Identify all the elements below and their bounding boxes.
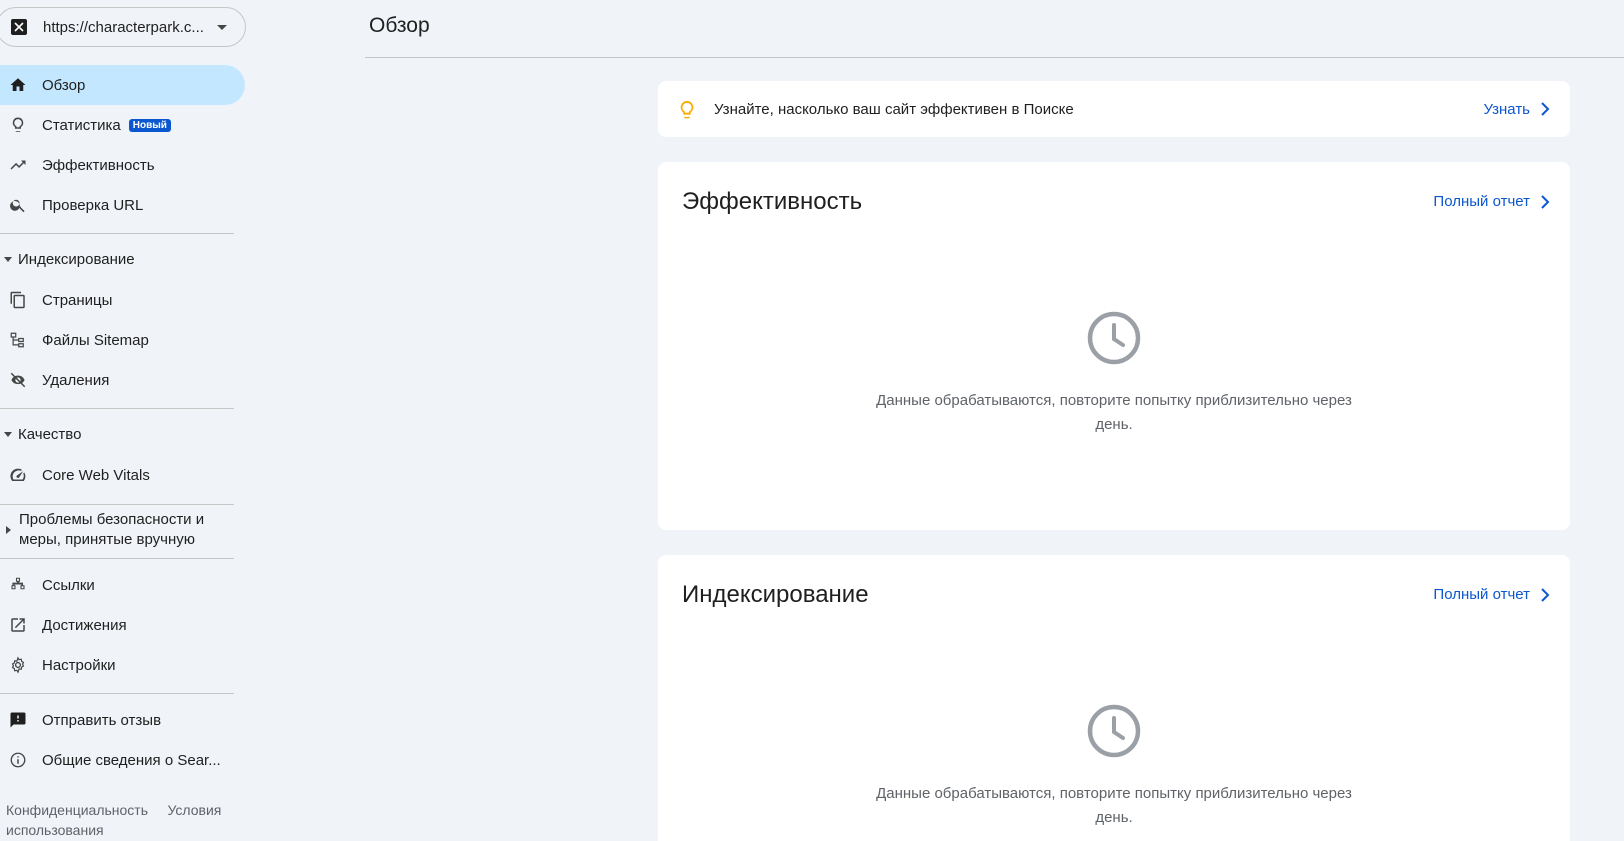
insight-banner: Узнайте, насколько ваш сайт эффективен в…	[658, 81, 1570, 137]
nav-item-overview[interactable]: Обзор	[0, 65, 245, 105]
new-badge: Новый	[128, 118, 171, 132]
clock-icon	[1087, 704, 1141, 758]
nav-item-label: Файлы Sitemap	[42, 331, 149, 349]
caret-down-icon	[4, 432, 12, 437]
nav-item-label: Ссылки	[42, 576, 95, 594]
full-report-link[interactable]: Полный отчет	[1433, 586, 1550, 603]
nav-item-label: Настройки	[42, 656, 116, 674]
property-selector[interactable]: https://characterpark.c...	[0, 7, 246, 47]
insight-link-label: Узнать	[1483, 100, 1530, 118]
nav-item-url-inspection[interactable]: Проверка URL	[0, 185, 245, 225]
lightbulb-icon	[676, 98, 698, 127]
nav-item-about-search-console[interactable]: Общие сведения о Sear...	[0, 740, 245, 780]
clock-icon	[1087, 311, 1141, 365]
page-title: Обзор	[369, 14, 430, 37]
nav-item-statistics[interactable]: Статистика Новый	[0, 105, 245, 145]
sidebar-footer: Конфиденциальность Условия использования	[6, 800, 236, 840]
info-icon	[8, 750, 28, 770]
eye-off-icon	[8, 370, 28, 390]
trending-up-icon	[8, 155, 28, 175]
card-title: Эффективность	[682, 188, 863, 215]
open-external-icon	[8, 615, 28, 635]
nav-item-label: Core Web Vitals	[42, 466, 150, 484]
privacy-link[interactable]: Конфиденциальность	[6, 802, 148, 818]
dropdown-caret-icon	[217, 24, 227, 30]
nav-item-label: Удаления	[42, 371, 110, 389]
insight-learn-link[interactable]: Узнать	[1483, 101, 1550, 118]
chevron-right-icon	[1541, 194, 1550, 209]
nav-item-settings[interactable]: Настройки	[0, 645, 245, 685]
nav-item-label: Страницы	[42, 291, 113, 309]
property-url: https://characterpark.c...	[43, 18, 204, 36]
caret-right-icon	[6, 526, 11, 534]
nav-item-label: Статистика	[42, 116, 121, 134]
home-icon	[8, 75, 28, 95]
nav-item-core-web-vitals[interactable]: Core Web Vitals	[0, 455, 245, 495]
nav-item-links[interactable]: Ссылки	[0, 565, 245, 605]
sidebar-divider	[0, 504, 234, 505]
gear-icon	[8, 655, 28, 675]
nav-item-label: Общие сведения о Sear...	[42, 751, 221, 769]
header-divider	[365, 57, 1624, 58]
processing-state: Данные обрабатываются, повторите попытку…	[658, 703, 1570, 830]
performance-card: Эффективность Полный отчет Данные обраба…	[658, 162, 1570, 530]
section-header-label: Индексирование	[18, 251, 135, 268]
full-report-link[interactable]: Полный отчет	[1433, 193, 1550, 210]
section-indexing-toggle[interactable]: Индексирование	[0, 250, 234, 270]
feedback-icon	[8, 710, 28, 730]
processing-state: Данные обрабатываются, повторите попытку…	[658, 310, 1570, 437]
sitemap-icon	[8, 330, 28, 350]
full-report-label: Полный отчет	[1433, 586, 1530, 603]
site-favicon-icon	[11, 19, 27, 35]
sidebar-divider	[0, 233, 234, 234]
processing-message: Данные обрабатываются, повторите попытку…	[876, 392, 1352, 433]
speedometer-icon	[8, 465, 28, 485]
lightbulb-icon	[8, 115, 28, 135]
nav-item-performance[interactable]: Эффективность	[0, 145, 245, 185]
section-security-toggle[interactable]: Проблемы безопасности и меры, принятые в…	[0, 510, 234, 550]
nav-item-pages[interactable]: Страницы	[0, 280, 245, 320]
processing-message: Данные обрабатываются, повторите попытку…	[876, 785, 1352, 826]
chevron-right-icon	[1541, 102, 1550, 116]
nav-item-label: Достижения	[42, 616, 127, 634]
indexing-card: Индексирование Полный отчет Данные обраб…	[658, 555, 1570, 841]
nav-item-label: Обзор	[42, 76, 86, 94]
sidebar-divider	[0, 408, 234, 409]
nav-item-label: Проверка URL	[42, 196, 144, 214]
nav-item-sitemaps[interactable]: Файлы Sitemap	[0, 320, 245, 360]
nav-item-removals[interactable]: Удаления	[0, 360, 245, 400]
caret-down-icon	[4, 257, 12, 262]
chevron-right-icon	[1541, 587, 1550, 602]
pages-icon	[8, 290, 28, 310]
section-header-label: Качество	[18, 426, 82, 443]
section-header-label: Проблемы безопасности и меры, принятые в…	[19, 511, 205, 548]
card-title: Индексирование	[682, 581, 869, 608]
section-quality-toggle[interactable]: Качество	[0, 425, 234, 445]
nav-item-label: Эффективность	[42, 156, 155, 174]
nav-item-label: Отправить отзыв	[42, 711, 162, 729]
sidebar: https://characterpark.c... Обзор Статист…	[0, 0, 246, 841]
sidebar-divider	[0, 693, 234, 694]
nav-item-send-feedback[interactable]: Отправить отзыв	[0, 700, 245, 740]
full-report-label: Полный отчет	[1433, 193, 1530, 210]
insight-text: Узнайте, насколько ваш сайт эффективен в…	[714, 100, 1074, 118]
nav-item-achievements[interactable]: Достижения	[0, 605, 245, 645]
sidebar-divider	[0, 558, 234, 559]
search-icon	[8, 195, 28, 215]
links-icon	[8, 575, 28, 595]
